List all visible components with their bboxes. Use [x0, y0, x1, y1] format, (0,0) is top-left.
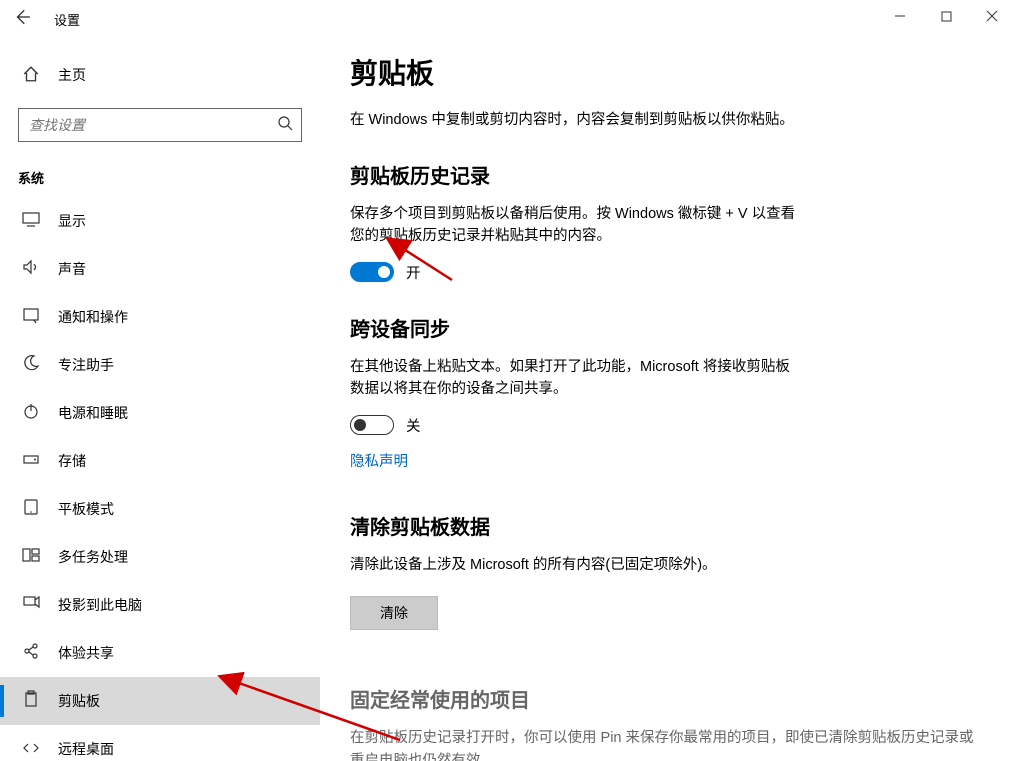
sidebar-item-display[interactable]: 显示: [0, 197, 320, 245]
sidebar-item-label: 通知和操作: [58, 307, 128, 327]
sidebar-item-multitask[interactable]: 多任务处理: [0, 533, 320, 581]
close-button[interactable]: [969, 0, 1015, 32]
minimize-icon: [894, 10, 906, 22]
titlebar: 设置: [0, 0, 1015, 38]
clipboard-icon: [22, 690, 44, 713]
clear-heading: 清除剪贴板数据: [350, 511, 975, 540]
sidebar-item-label: 多任务处理: [58, 547, 128, 567]
sidebar-item-label: 远程桌面: [58, 739, 114, 759]
sidebar-section-title: 系统: [18, 168, 320, 187]
storage-icon: [22, 450, 44, 473]
maximize-icon: [941, 11, 952, 22]
minimize-button[interactable]: [877, 0, 923, 32]
search-input[interactable]: [27, 116, 277, 134]
close-icon: [986, 10, 998, 22]
sidebar-item-project[interactable]: 投影到此电脑: [0, 581, 320, 629]
window-title: 设置: [54, 10, 80, 29]
history-toggle-label: 开: [406, 262, 421, 283]
sidebar-item-share[interactable]: 体验共享: [0, 629, 320, 677]
clear-desc: 清除此设备上涉及 Microsoft 的所有内容(已固定项除外)。: [350, 554, 800, 576]
pin-desc: 在剪贴板历史记录打开时，你可以使用 Pin 来保存你最常用的项目，即使已清除剪贴…: [350, 727, 975, 761]
sync-heading: 跨设备同步: [350, 313, 975, 342]
settings-window: 设置 主页: [0, 0, 1015, 761]
power-icon: [22, 402, 44, 425]
home-label: 主页: [58, 65, 86, 85]
intro-text: 在 Windows 中复制或剪切内容时，内容会复制到剪贴板以供你粘贴。: [350, 110, 950, 132]
sidebar-item-label: 投影到此电脑: [58, 595, 142, 615]
notification-icon: [22, 306, 44, 329]
body: 主页 系统 显示 声音 通知: [0, 38, 1015, 761]
history-toggle-row: 开: [350, 262, 975, 283]
sidebar-item-label: 电源和睡眠: [58, 403, 128, 423]
history-toggle[interactable]: [350, 262, 394, 282]
content-pane: 剪贴板 在 Windows 中复制或剪切内容时，内容会复制到剪贴板以供你粘贴。 …: [320, 38, 1015, 761]
clear-button[interactable]: 清除: [350, 596, 438, 630]
search-input-wrapper[interactable]: [18, 108, 302, 142]
sidebar-item-label: 存储: [58, 451, 86, 471]
sound-icon: [22, 258, 44, 281]
sync-toggle-label: 关: [406, 415, 421, 436]
sidebar: 主页 系统 显示 声音 通知: [0, 38, 320, 761]
sidebar-item-label: 声音: [58, 259, 86, 279]
sidebar-nav: 显示 声音 通知和操作 专注助手 电源和睡眠: [0, 197, 320, 761]
remote-icon: [22, 738, 44, 761]
page-title: 剪贴板: [350, 52, 975, 92]
sync-desc: 在其他设备上粘贴文本。如果打开了此功能，Microsoft 将接收剪贴板数据以将…: [350, 356, 800, 401]
search-icon: [277, 115, 293, 135]
sidebar-item-clipboard[interactable]: 剪贴板: [0, 677, 320, 725]
window-controls: [877, 0, 1015, 32]
sidebar-item-power[interactable]: 电源和睡眠: [0, 389, 320, 437]
back-button[interactable]: [0, 8, 44, 31]
share-icon: [22, 642, 44, 665]
home-icon: [22, 65, 44, 86]
sidebar-item-sound[interactable]: 声音: [0, 245, 320, 293]
home-row[interactable]: 主页: [0, 56, 320, 94]
multitask-icon: [22, 546, 44, 569]
sync-toggle[interactable]: [350, 415, 394, 435]
arrow-left-icon: [13, 8, 31, 26]
moon-icon: [22, 354, 44, 377]
sidebar-item-remote[interactable]: 远程桌面: [0, 725, 320, 761]
history-heading: 剪贴板历史记录: [350, 160, 975, 189]
sync-toggle-row: 关: [350, 415, 975, 436]
sidebar-item-tablet[interactable]: 平板模式: [0, 485, 320, 533]
pin-heading: 固定经常使用的项目: [350, 684, 975, 713]
sidebar-item-label: 显示: [58, 211, 86, 231]
sidebar-item-notifications[interactable]: 通知和操作: [0, 293, 320, 341]
tablet-icon: [22, 498, 44, 521]
sidebar-item-label: 专注助手: [58, 355, 114, 375]
display-icon: [22, 210, 44, 233]
history-desc: 保存多个项目到剪贴板以备稍后使用。按 Windows 徽标键 + V 以查看您的…: [350, 203, 800, 248]
sidebar-item-label: 剪贴板: [58, 691, 100, 711]
sidebar-item-label: 体验共享: [58, 643, 114, 663]
project-icon: [22, 594, 44, 617]
privacy-link[interactable]: 隐私声明: [350, 450, 408, 471]
sidebar-item-storage[interactable]: 存储: [0, 437, 320, 485]
maximize-button[interactable]: [923, 0, 969, 32]
sidebar-item-focus[interactable]: 专注助手: [0, 341, 320, 389]
sidebar-item-label: 平板模式: [58, 499, 114, 519]
